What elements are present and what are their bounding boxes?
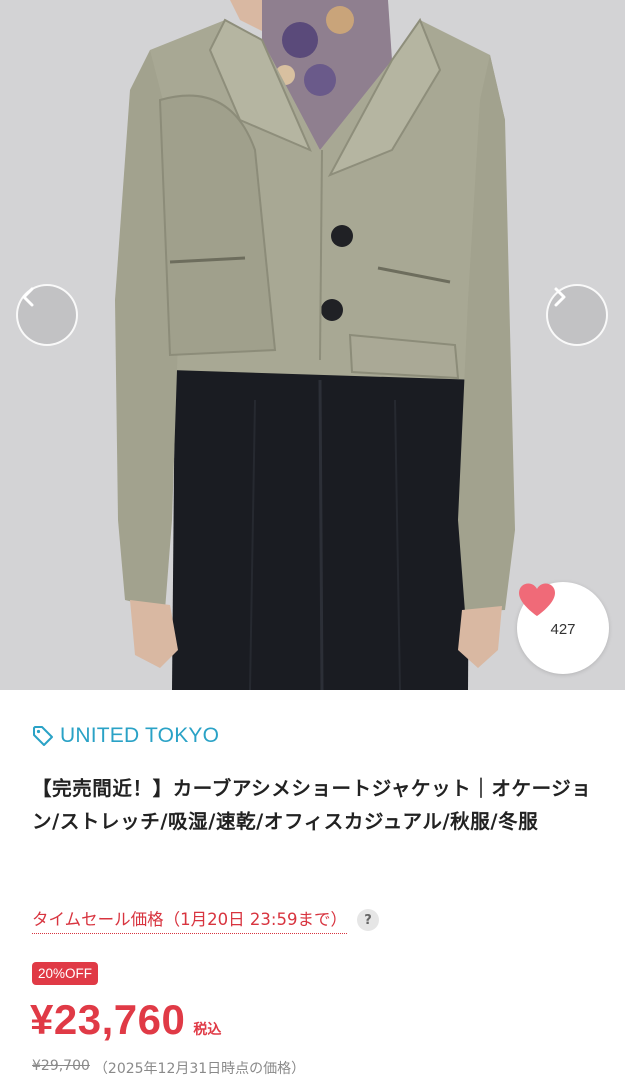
help-icon[interactable]: ? [356, 909, 379, 931]
original-price-row: ¥29,700 （2025年12月31日時点の価格） [32, 1058, 305, 1078]
chevron-right-icon [554, 287, 566, 307]
chevron-left-icon [22, 287, 34, 307]
brand-name: UNITED TOKYO [60, 724, 220, 747]
discount-badge: 20%OFF [32, 962, 99, 985]
favorite-count: 427 [550, 620, 576, 638]
tag-icon [33, 726, 53, 746]
original-price: ¥29,700 [32, 1058, 90, 1074]
brand-link[interactable]: UNITED TOKYO [32, 724, 219, 748]
original-price-note: （2025年12月31日時点の価格） [93, 1061, 306, 1077]
product-title: 【完売間近！】カーブアシメショートジャケット｜オケージョン/ストレッチ/吸湿/速… [32, 777, 592, 833]
time-sale-label[interactable]: タイムセール価格（1月20日 23:59まで） [32, 906, 347, 934]
product-image[interactable]: 427 [0, 0, 625, 690]
product-info: UNITED TOKYO 【完売間近！】カーブアシメショートジャケット｜オケージ… [0, 690, 625, 1080]
heart-icon [519, 583, 555, 616]
gallery-prev-button[interactable] [16, 284, 78, 346]
sale-price: ¥23,760 [30, 996, 186, 1043]
time-sale-row: タイムセール価格（1月20日 23:59まで） ? [32, 906, 379, 934]
tax-label: 税込 [193, 1022, 222, 1038]
favorite-button[interactable]: 427 [517, 582, 609, 674]
gallery-next-button[interactable] [546, 284, 608, 346]
price-row: ¥23,760 税込 [30, 996, 221, 1044]
